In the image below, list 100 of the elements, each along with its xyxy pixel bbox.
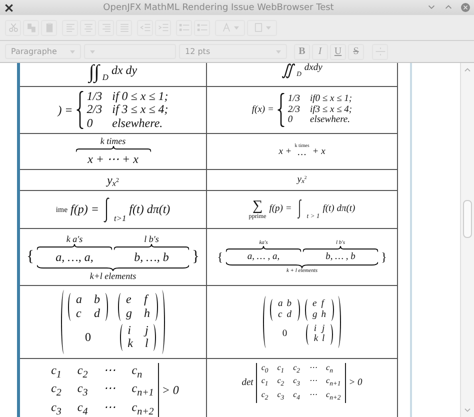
rule-icon bbox=[374, 46, 386, 57]
math-expression: + x bbox=[312, 146, 326, 156]
matrix-entry: e bbox=[312, 298, 318, 310]
case-text: if3 ≤ x ≤ 4; bbox=[310, 104, 352, 115]
case-text: elsewhere. bbox=[310, 115, 352, 126]
function-lhs: ) = bbox=[58, 102, 73, 118]
overbrace-label: k times bbox=[100, 136, 126, 146]
matrix-entry: d bbox=[94, 306, 100, 320]
scroll-up-icon[interactable] bbox=[464, 67, 471, 72]
matrix-entry: c$_{n}$ bbox=[326, 363, 334, 376]
math-variable: y bbox=[297, 175, 302, 185]
matrix-entry: c$_{n+2}$ bbox=[132, 400, 154, 417]
math-expression: x + bbox=[278, 146, 292, 156]
overbrace-icon bbox=[37, 244, 112, 250]
align-left-icon bbox=[64, 22, 76, 33]
overbrace-icon bbox=[114, 244, 189, 250]
math-expression: > 0 bbox=[162, 383, 179, 398]
integral-icon bbox=[102, 196, 111, 222]
matrix-entry: c$_{n}$ bbox=[132, 363, 144, 382]
scrollbar[interactable] bbox=[460, 63, 474, 417]
matrix-entry: c$_{2}$ bbox=[51, 381, 62, 400]
overbrace-label: k a′s bbox=[66, 234, 83, 244]
matrix-entry: e bbox=[126, 292, 132, 307]
case-text: 0 bbox=[86, 116, 94, 130]
matrix-entry: a bbox=[76, 292, 82, 307]
matrix-entry: b bbox=[286, 298, 292, 310]
integrand: f(t) dπ(t) bbox=[322, 204, 356, 214]
matrix-entry: c$_{3}$ bbox=[51, 400, 62, 417]
matrix-entry: ⋯ bbox=[309, 376, 317, 388]
math-variable: y bbox=[106, 172, 112, 188]
math-expression: a, …, a, bbox=[56, 250, 94, 264]
overbrace-icon bbox=[303, 246, 378, 252]
matrix-entry: c$_{2}$ bbox=[261, 390, 268, 403]
matrix-entry: c$_{3}$ bbox=[77, 381, 88, 400]
minimize-icon[interactable] bbox=[427, 3, 436, 12]
bullets-icon bbox=[178, 22, 190, 33]
subscript: x bbox=[112, 178, 116, 188]
copy-icon bbox=[26, 22, 36, 33]
matrix-entry: g bbox=[312, 310, 318, 320]
matrix-entry: c$_{3}$ bbox=[293, 376, 300, 390]
math-expression: x + ⋯ + x bbox=[88, 152, 138, 167]
case-text: 0 bbox=[288, 115, 294, 126]
integral-subscript: t>1 bbox=[114, 214, 126, 222]
matrix-entry: c bbox=[76, 306, 82, 320]
curly-brace-icon bbox=[276, 93, 285, 127]
matrix-entry: j bbox=[144, 324, 148, 338]
closing-brace: } bbox=[192, 248, 200, 266]
matrix-entry: ⋯ bbox=[104, 363, 116, 379]
closing-brace: } bbox=[381, 250, 387, 264]
math-expression: b, …, b bbox=[134, 250, 169, 264]
matrix-entry: ⋯ bbox=[309, 390, 317, 401]
overbrace-icon bbox=[226, 246, 301, 252]
matrix-entry: c$_{4}$ bbox=[77, 400, 88, 417]
text-color-icon bbox=[221, 22, 232, 33]
matrix-entry: b bbox=[94, 292, 100, 307]
scroll-down-icon[interactable] bbox=[464, 408, 471, 413]
math-expression: f(p) = bbox=[70, 202, 99, 217]
opening-brace: { bbox=[217, 250, 223, 264]
case-text: 2/3 bbox=[288, 104, 300, 116]
overbrace-icon bbox=[76, 146, 150, 152]
cut-icon bbox=[8, 22, 18, 33]
matrix-entry: c$_{1}$ bbox=[277, 363, 284, 376]
x-logo-icon bbox=[4, 2, 14, 12]
matrix-entry: f bbox=[321, 298, 326, 310]
curly-brace-icon bbox=[76, 91, 84, 129]
matrix-entry: k bbox=[314, 334, 318, 346]
case-text: 1/3 bbox=[86, 90, 102, 104]
matrix-entry: 0 bbox=[282, 329, 288, 340]
matrix-entry: g bbox=[126, 306, 132, 320]
matrix-entry: ⋯ bbox=[309, 363, 317, 374]
case-text: 1/3 bbox=[288, 94, 300, 105]
integrand: dx dy bbox=[111, 63, 138, 78]
integral-subscript: D bbox=[102, 73, 108, 82]
matrix-entry: c$_{1}$ bbox=[51, 363, 62, 382]
det-label: det bbox=[242, 378, 254, 388]
matrix-entry: i bbox=[314, 324, 318, 334]
matrix-entry: c$_{n+2}$ bbox=[326, 390, 341, 403]
integrand: dxdy bbox=[304, 63, 322, 73]
case-text: if 3 ≤ x ≤ 4; bbox=[112, 103, 168, 117]
function-lhs: f(x) = bbox=[252, 105, 274, 115]
numbering-icon bbox=[196, 22, 208, 33]
matrix-entry: c$_{3}$ bbox=[277, 390, 284, 403]
underbrace-label: k+l elements bbox=[90, 270, 136, 280]
justify-icon bbox=[118, 22, 130, 33]
matrix-entry: c bbox=[278, 310, 283, 320]
matrix-entry: j bbox=[322, 324, 325, 334]
ellipsis: … bbox=[298, 149, 306, 159]
paste-icon bbox=[44, 22, 54, 33]
matrix-entry: c$_{2}$ bbox=[277, 376, 284, 390]
matrix-entry: k bbox=[128, 337, 133, 352]
highlight-icon bbox=[253, 22, 264, 33]
math-expression: b, … , b bbox=[326, 252, 356, 262]
close-icon[interactable] bbox=[461, 3, 470, 12]
case-text: elsewhere. bbox=[112, 116, 164, 130]
case-text: if 0 ≤ x ≤ 1; bbox=[112, 90, 168, 104]
scrollbar-thumb[interactable] bbox=[463, 200, 472, 238]
matrix-entry: a bbox=[278, 298, 283, 310]
matrix-entry: l bbox=[144, 337, 148, 352]
matrix-entry: f bbox=[144, 292, 150, 307]
window-title: OpenJFX MathML Rendering Issue WebBrowser Test bbox=[102, 2, 335, 12]
